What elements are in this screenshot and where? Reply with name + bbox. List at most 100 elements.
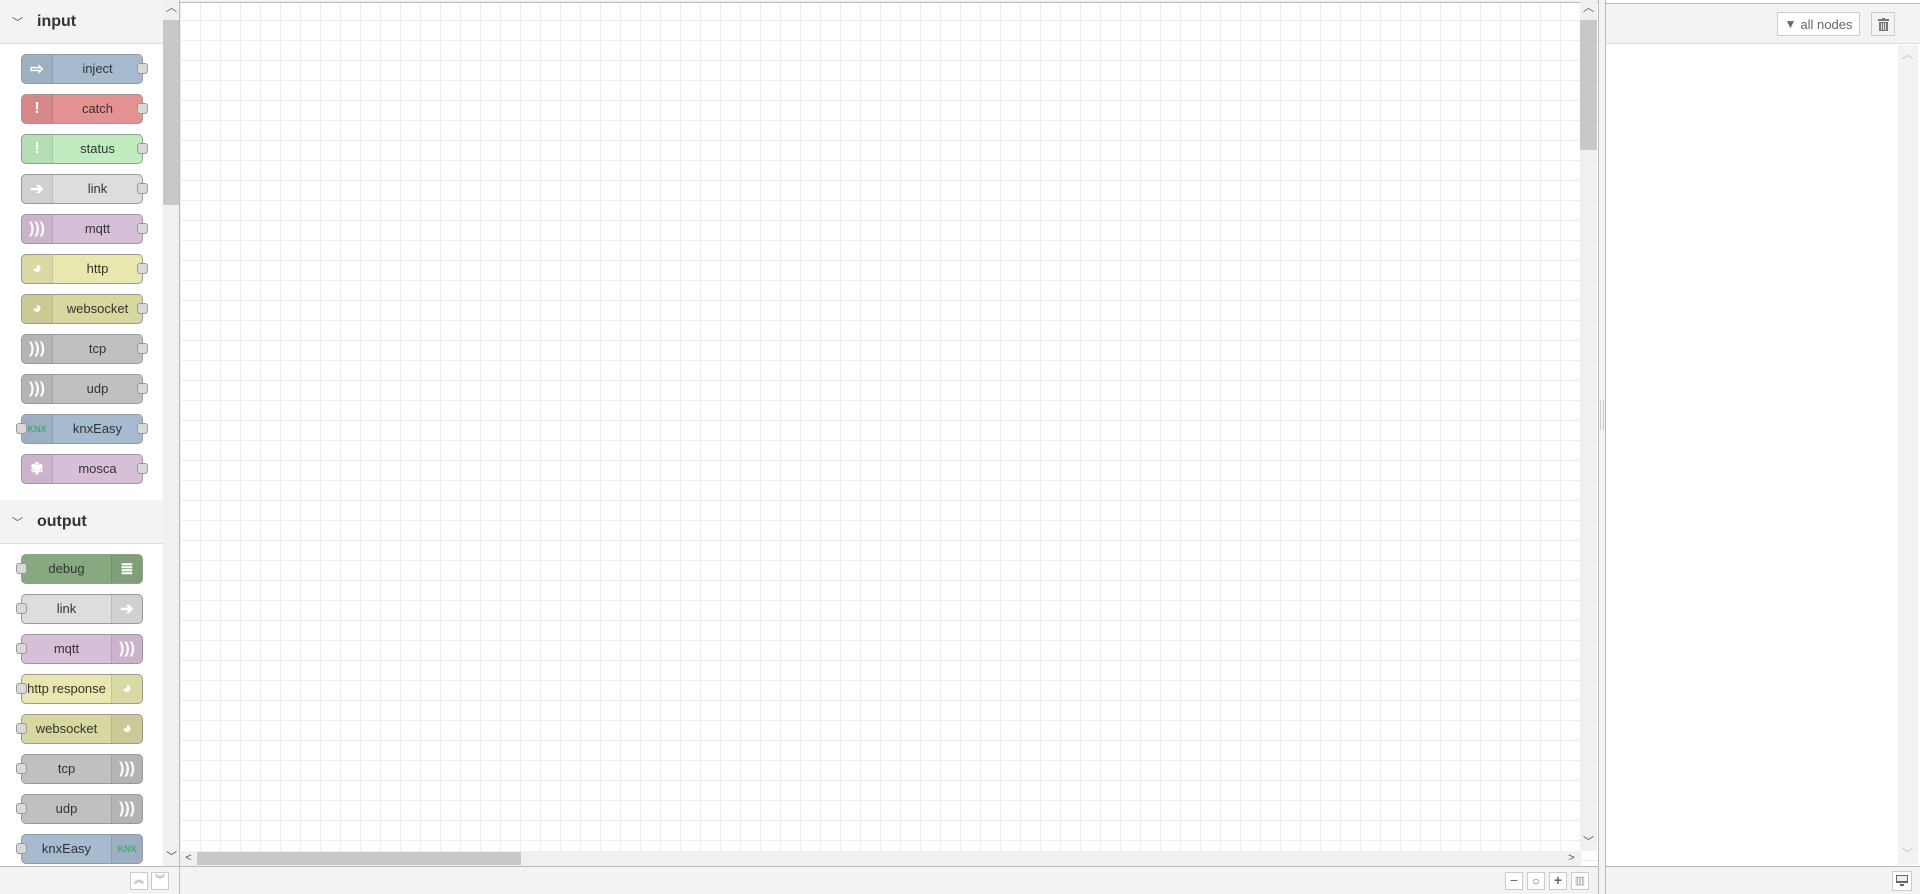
palette-node-tcp[interactable]: ))) tcp [16, 754, 143, 784]
palette-category-output[interactable]: ﹀ output [0, 500, 163, 544]
navigator-map-icon[interactable]: ▥ [1571, 872, 1589, 890]
open-debug-window-button[interactable] [1892, 871, 1912, 891]
output-port [137, 343, 148, 354]
zoom-out-button[interactable]: − [1505, 872, 1523, 890]
output-port [137, 143, 148, 154]
palette-node-udp[interactable]: ))) udp [21, 374, 148, 404]
node-label: link [87, 181, 108, 196]
chevron-down-icon: ﹀ [12, 516, 23, 529]
category-label: output [37, 512, 87, 530]
scroll-down-arrow[interactable]: ﹀ [1580, 834, 1597, 851]
node-label: udp [86, 381, 109, 396]
bridge-icon: ))) [22, 335, 53, 363]
output-port [137, 103, 148, 114]
input-port [16, 643, 27, 654]
alert-icon: ! [22, 135, 53, 163]
output-port [137, 303, 148, 314]
output-port [137, 183, 148, 194]
palette-footer: ︽ ︾ [0, 866, 180, 894]
palette-node-inject[interactable]: ⇨ inject [21, 54, 148, 84]
zoom-reset-button[interactable]: ○ [1527, 872, 1545, 890]
sidebar-scrollbar[interactable]: ︿ ﹀ [1898, 45, 1918, 865]
canvas-horizontal-scrollbar[interactable]: < > [180, 851, 1580, 866]
palette-node-link[interactable]: ➔ link [16, 594, 143, 624]
output-port [137, 463, 148, 474]
palette-node-debug[interactable]: ≣ debug [16, 554, 143, 584]
palette-node-knxEasy[interactable]: KNX knxEasy [16, 414, 148, 444]
debug-sidebar: ▼ all nodes ︿ ﹀ [1606, 0, 1920, 894]
scroll-up-arrow[interactable]: ︿ [163, 0, 179, 17]
workspace-tabs [180, 0, 1598, 3]
palette-node-link[interactable]: ➔ link [21, 174, 148, 204]
palette-node-http-response[interactable]: ◕ http response [16, 674, 143, 704]
canvas-vertical-scroll-thumb[interactable] [1580, 20, 1597, 150]
palette-node-catch[interactable]: ! catch [21, 94, 148, 124]
palette-node-http[interactable]: ◕ http [21, 254, 148, 284]
zoom-in-button[interactable]: + [1549, 872, 1567, 890]
scroll-left-arrow[interactable]: < [180, 850, 197, 867]
input-port [16, 423, 27, 434]
sidebar-toolbar: ▼ all nodes [1606, 3, 1920, 44]
palette-node-udp[interactable]: ))) udp [16, 794, 143, 824]
scroll-up-arrow[interactable]: ︿ [1899, 47, 1916, 64]
input-port [16, 763, 27, 774]
node-label: tcp [88, 341, 107, 356]
palette-node-websocket[interactable]: ◕ websocket [21, 294, 148, 324]
node-palette: ﹀ input ⇨ inject! catch! status ➔ link))) mqtt ◕ h… [0, 0, 180, 866]
node-label: http [86, 261, 109, 276]
palette-node-knxEasy[interactable]: KNX knxEasy [16, 834, 143, 864]
debug-list-icon: ≣ [111, 555, 142, 583]
bridge-icon: ))) [111, 795, 142, 823]
scroll-down-arrow[interactable]: ﹀ [163, 849, 179, 866]
expand-all-button[interactable]: ︾ [151, 872, 169, 890]
palette-scroll-thumb[interactable] [163, 20, 179, 205]
node-label: knxEasy [72, 421, 123, 436]
globe-icon: ◕ [111, 675, 142, 703]
collapse-all-button[interactable]: ︽ [130, 872, 148, 890]
knx-logo-icon: KNX [111, 835, 142, 863]
input-port [16, 843, 27, 854]
node-label: debug [48, 561, 85, 576]
scroll-up-arrow[interactable]: ︿ [1580, 0, 1597, 17]
node-label: catch [81, 101, 114, 116]
canvas-vertical-scrollbar[interactable]: ︿ ﹀ [1580, 0, 1597, 851]
chevron-down-icon: ﹀ [12, 16, 23, 29]
alert-icon: ! [22, 95, 53, 123]
node-label: link [56, 601, 77, 616]
bridge-icon: ))) [111, 755, 142, 783]
node-label: websocket [35, 721, 98, 736]
node-label: websocket [66, 301, 129, 316]
palette-scrollbar[interactable]: ︿ ﹀ [163, 0, 179, 866]
bridge-icon: ))) [111, 635, 142, 663]
clear-debug-button[interactable] [1871, 12, 1895, 36]
palette-node-status[interactable]: ! status [21, 134, 148, 164]
filter-icon: ▼ [1784, 17, 1797, 31]
node-label: udp [55, 801, 78, 816]
link-out-icon: ➔ [111, 595, 142, 623]
output-port [137, 63, 148, 74]
arrow-in-icon: ⇨ [22, 55, 53, 83]
palette-node-websocket[interactable]: ◕ websocket [16, 714, 143, 744]
category-label: input [37, 12, 77, 30]
palette-node-mqtt[interactable]: ))) mqtt [16, 634, 143, 664]
link-in-icon: ➔ [22, 175, 53, 203]
bridge-icon: ))) [22, 215, 53, 243]
scroll-right-arrow[interactable]: > [1563, 850, 1580, 867]
canvas-horizontal-scroll-thumb[interactable] [197, 852, 521, 865]
node-label: http response [27, 681, 106, 696]
palette-node-tcp[interactable]: ))) tcp [21, 334, 148, 364]
scroll-down-arrow[interactable]: ﹀ [1899, 846, 1916, 863]
sidebar-footer [1606, 866, 1920, 894]
flow-canvas[interactable] [180, 0, 1598, 866]
node-label: knxEasy [41, 841, 92, 856]
palette-node-mosca[interactable]: ✾ mosca [21, 454, 148, 484]
node-label: mqtt [84, 221, 111, 236]
filter-label: all nodes [1800, 16, 1853, 32]
palette-node-mqtt[interactable]: ))) mqtt [21, 214, 148, 244]
sidebar-resize-handle[interactable] [1598, 0, 1606, 894]
output-port [137, 383, 148, 394]
filter-button[interactable]: ▼ all nodes [1777, 12, 1860, 36]
input-port [16, 563, 27, 574]
globe-icon: ◕ [22, 255, 53, 283]
palette-category-input[interactable]: ﹀ input [0, 0, 163, 44]
